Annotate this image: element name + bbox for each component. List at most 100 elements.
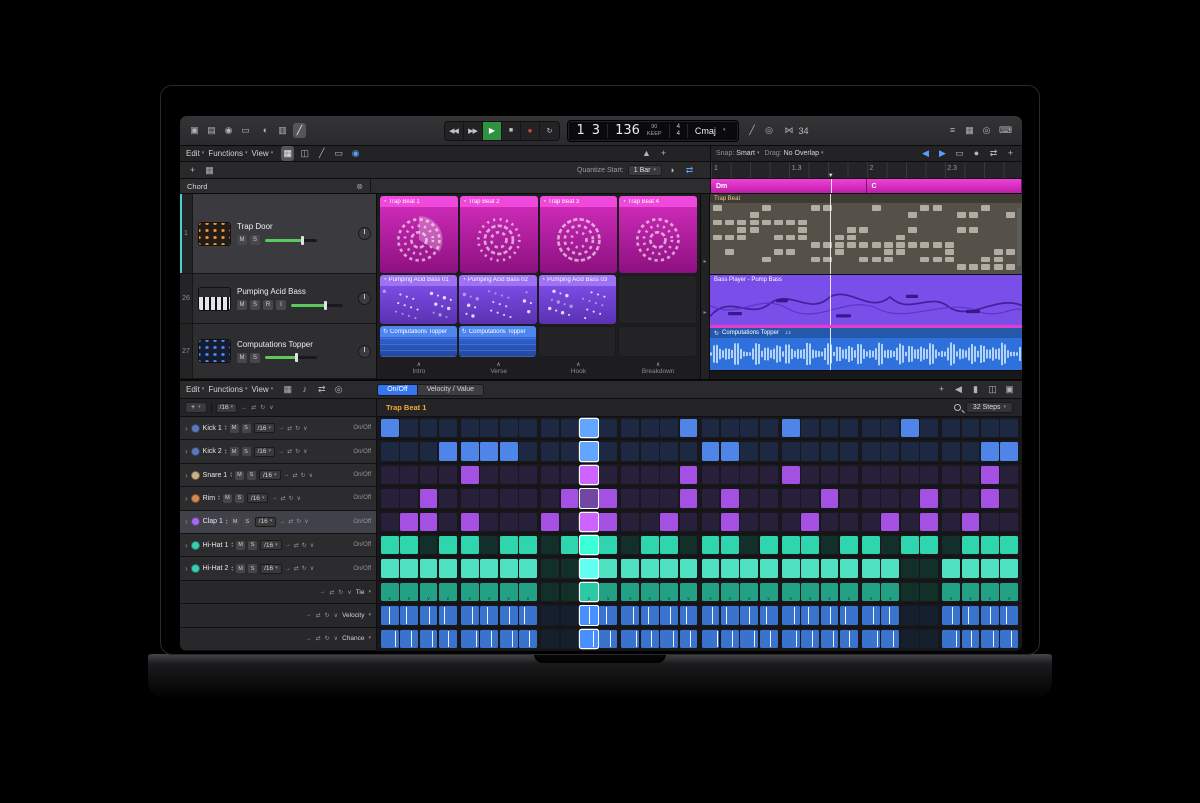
row-op-icon-2[interactable]: ↻ [302, 542, 307, 549]
velocity-cell[interactable] [760, 606, 778, 624]
pencil-mode-icon[interactable]: ╱ [746, 123, 759, 138]
row-op-icon-3[interactable]: ∨ [310, 542, 314, 549]
auto-zoom-icon[interactable]: ● [970, 146, 983, 161]
back-icon[interactable]: ◀ [952, 382, 965, 397]
tie-cell[interactable] [821, 583, 839, 601]
step-cell[interactable] [660, 442, 678, 460]
step-cell[interactable] [439, 489, 457, 507]
row-op-icon-0[interactable]: → [284, 472, 290, 478]
row-op-icon-1[interactable]: ⇄ [287, 425, 292, 432]
step-cell[interactable] [381, 442, 399, 460]
step-cell[interactable] [461, 489, 479, 507]
subrow-op-icon-0[interactable]: → [306, 636, 312, 642]
tie-cell[interactable] [962, 583, 980, 601]
tie-cell[interactable] [721, 583, 739, 601]
velocity-cell[interactable] [400, 606, 418, 624]
pattern-browser-icon[interactable]: ▦ [281, 382, 294, 397]
row-op-icon-2[interactable]: ↻ [302, 565, 307, 572]
step-cell[interactable] [782, 559, 800, 577]
step-cell[interactable] [782, 536, 800, 554]
loop-cell[interactable]: ◔Trap Beat 1 [380, 196, 458, 273]
step-cell[interactable] [862, 466, 880, 484]
step-cell[interactable] [439, 559, 457, 577]
add-track-button[interactable]: + [186, 163, 199, 178]
step-cell[interactable] [721, 536, 739, 554]
step-cell[interactable] [760, 536, 778, 554]
step-cell[interactable] [660, 419, 678, 437]
step-cell[interactable] [840, 442, 858, 460]
step-cell[interactable] [740, 419, 758, 437]
step-cell[interactable] [901, 442, 919, 460]
step-cell[interactable] [541, 419, 559, 437]
step-cell[interactable] [461, 466, 479, 484]
step-cell[interactable] [881, 536, 899, 554]
tie-cell[interactable] [381, 583, 399, 601]
step-cell[interactable] [641, 489, 659, 507]
step-cell[interactable] [821, 559, 839, 577]
velocity-cell[interactable] [740, 606, 758, 624]
step-cell[interactable] [821, 513, 839, 531]
tie-cell[interactable] [740, 583, 758, 601]
step-cell[interactable] [541, 513, 559, 531]
velocity-cell[interactable] [782, 606, 800, 624]
step-cell[interactable] [821, 466, 839, 484]
step-cell[interactable] [942, 466, 960, 484]
empty-cell-slot[interactable] [538, 326, 617, 357]
tracks-area-icon[interactable]: ◫ [298, 146, 311, 161]
window-icon[interactable]: ▭ [239, 123, 252, 138]
rewind-button[interactable]: ◀◀ [445, 122, 464, 140]
seq-op-icon-2[interactable]: ↻ [260, 404, 265, 411]
velocity-cell[interactable] [561, 606, 579, 624]
region-computations-topper[interactable]: ↻Computations Topper♪♪ [710, 328, 1022, 371]
step-cell[interactable] [480, 442, 498, 460]
tie-cell[interactable] [541, 583, 559, 601]
row-op-icon-3[interactable]: ∨ [304, 518, 308, 525]
chance-cell[interactable] [840, 630, 858, 648]
step-cell[interactable] [580, 559, 598, 577]
step-cell[interactable] [702, 559, 720, 577]
subrow-op-icon-0[interactable]: → [319, 589, 325, 595]
velocity-cell[interactable] [541, 606, 559, 624]
tie-cell[interactable] [420, 583, 438, 601]
sync-play-icon[interactable]: ⇄ [683, 163, 696, 178]
row-op-icon-2[interactable]: ↻ [295, 425, 300, 432]
step-cell[interactable] [621, 536, 639, 554]
step-cell[interactable] [962, 489, 980, 507]
seq-op-icon-0[interactable]: → [241, 405, 247, 411]
row-solo-button[interactable]: S [235, 494, 244, 503]
step-cell[interactable] [760, 466, 778, 484]
step-cell[interactable] [901, 466, 919, 484]
row-stepper-icon[interactable]: ▴▾ [230, 472, 232, 478]
cycle-button[interactable]: ↻ [540, 122, 559, 140]
velocity-cell[interactable] [500, 606, 518, 624]
step-cell[interactable] [1000, 419, 1018, 437]
tie-cell[interactable] [480, 583, 498, 601]
step-cell[interactable] [480, 559, 498, 577]
dim-icon[interactable]: ◐ [259, 123, 272, 138]
velocity-cell[interactable] [580, 606, 598, 624]
row-rate-dropdown[interactable]: /16▾ [260, 564, 282, 574]
scene-trigger[interactable]: ∧Breakdown [619, 359, 697, 379]
step-cell[interactable] [942, 442, 960, 460]
chance-cell[interactable] [740, 630, 758, 648]
step-cell[interactable] [500, 466, 518, 484]
chance-cell[interactable] [782, 630, 800, 648]
chord-region[interactable]: C [867, 179, 1023, 193]
step-cell[interactable] [381, 419, 399, 437]
step-cell[interactable] [782, 513, 800, 531]
chance-cell[interactable] [599, 630, 617, 648]
chance-cell[interactable] [962, 630, 980, 648]
subrow-op-icon-3[interactable]: ∨ [347, 589, 351, 596]
zoom-v-icon[interactable]: + [1004, 146, 1017, 161]
step-count-dropdown[interactable]: 32 Steps▾ [966, 402, 1013, 413]
empty-cell-slot[interactable] [618, 275, 697, 324]
velocity-cell[interactable] [1000, 606, 1018, 624]
step-cell[interactable] [821, 442, 839, 460]
step-cell[interactable] [721, 513, 739, 531]
cycle-half-icon[interactable]: ◗ [666, 163, 679, 178]
velocity-cell[interactable] [901, 606, 919, 624]
step-cell[interactable] [801, 442, 819, 460]
list-editors-icon[interactable]: ≡ [946, 123, 959, 138]
step-cell[interactable] [821, 536, 839, 554]
tie-cell[interactable] [881, 583, 899, 601]
